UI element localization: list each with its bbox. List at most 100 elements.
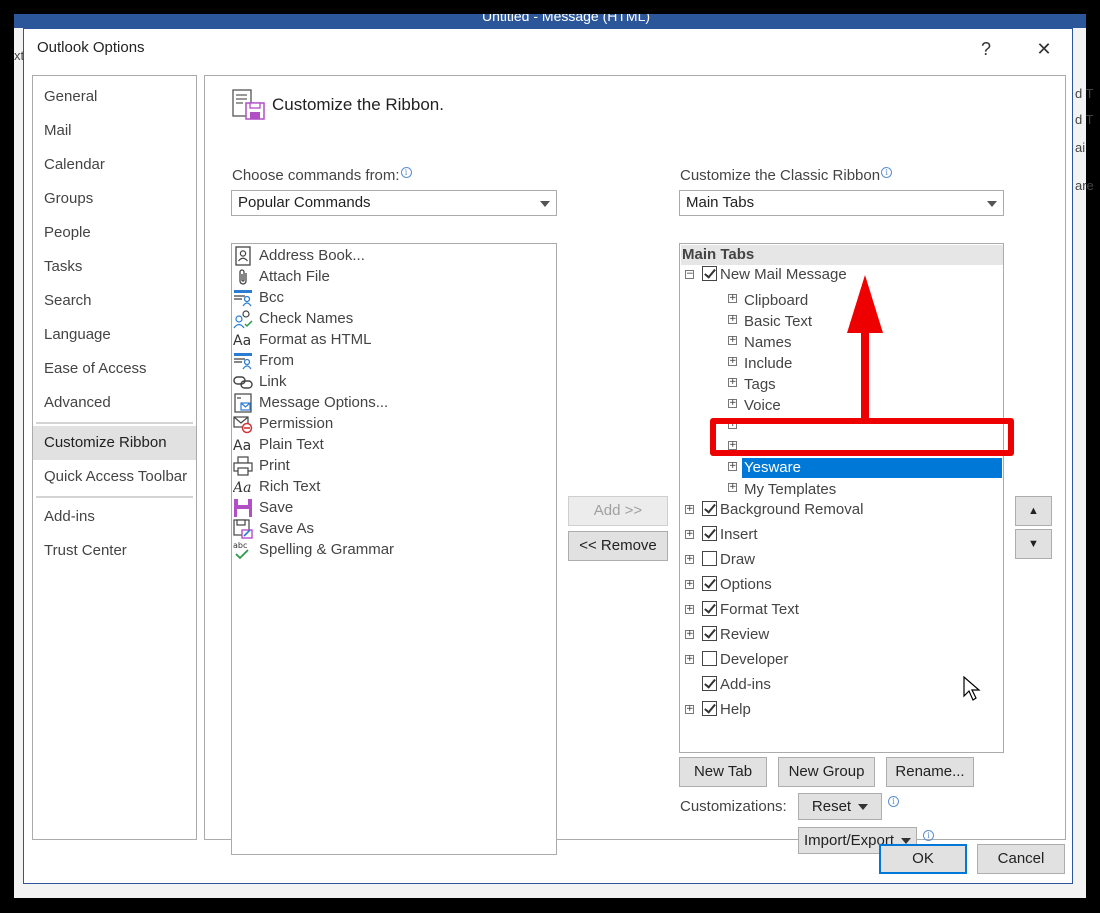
tab-checkbox[interactable] bbox=[702, 551, 717, 566]
tab-checkbox[interactable] bbox=[702, 626, 717, 641]
tree-group-yesware-selected[interactable]: Yesware bbox=[742, 458, 1002, 478]
add-button[interactable]: Add >> bbox=[568, 496, 668, 526]
nav-item-people[interactable]: People bbox=[33, 216, 196, 250]
nav-item-ease-of-access[interactable]: Ease of Access bbox=[33, 352, 196, 386]
nav-item-trust-center[interactable]: Trust Center bbox=[33, 534, 196, 568]
commands-list[interactable]: Address Book... Attach File Bcc Check Na… bbox=[231, 243, 557, 855]
svg-text:Aa: Aa bbox=[233, 333, 251, 349]
expand-icon[interactable]: + bbox=[728, 420, 737, 429]
nav-item-advanced[interactable]: Advanced bbox=[33, 386, 196, 420]
tab-checkbox[interactable] bbox=[702, 526, 717, 541]
tab-checkbox[interactable] bbox=[702, 676, 717, 691]
tree-node-new-mail-message[interactable]: New Mail Message bbox=[720, 266, 847, 283]
info-icon[interactable]: i bbox=[400, 167, 412, 178]
list-item[interactable]: Check Names bbox=[232, 309, 556, 330]
list-item[interactable]: Aa Rich Text bbox=[232, 477, 556, 498]
ribbon-tabs-tree[interactable]: Main Tabs − New Mail Message + Clipboard… bbox=[679, 243, 1004, 753]
move-up-button[interactable]: ▲ bbox=[1015, 496, 1052, 526]
list-item-label: Attach File bbox=[259, 268, 330, 285]
ok-button[interactable]: OK bbox=[879, 844, 967, 874]
expand-icon[interactable]: + bbox=[685, 630, 694, 639]
info-icon[interactable]: i bbox=[881, 167, 893, 178]
expand-icon[interactable]: + bbox=[728, 294, 737, 303]
tab-checkbox[interactable] bbox=[702, 651, 717, 666]
list-item[interactable]: Link bbox=[232, 372, 556, 393]
list-item[interactable]: Permission bbox=[232, 414, 556, 435]
nav-item-tasks[interactable]: Tasks bbox=[33, 250, 196, 284]
list-item[interactable]: Aa Format as HTML bbox=[232, 330, 556, 351]
tree-group-clipboard[interactable]: Clipboard bbox=[744, 292, 808, 309]
tree-group-my-templates[interactable]: My Templates bbox=[744, 481, 836, 498]
nav-item-customize-ribbon[interactable]: Customize Ribbon bbox=[33, 426, 196, 460]
list-item[interactable]: Aa Plain Text bbox=[232, 435, 556, 456]
list-item[interactable]: From bbox=[232, 351, 556, 372]
expand-icon[interactable]: + bbox=[728, 483, 737, 492]
tab-checkbox[interactable] bbox=[702, 576, 717, 591]
expand-icon[interactable]: + bbox=[728, 357, 737, 366]
list-item[interactable]: abc Spelling & Grammar bbox=[232, 540, 556, 561]
move-down-button[interactable]: ▼ bbox=[1015, 529, 1052, 559]
tree-tab-add-ins[interactable]: Add-ins bbox=[720, 676, 771, 693]
expand-icon[interactable]: + bbox=[728, 336, 737, 345]
tree-tab-help[interactable]: Help bbox=[720, 701, 751, 718]
expand-icon[interactable]: + bbox=[685, 580, 694, 589]
reset-button[interactable]: Reset bbox=[798, 793, 882, 820]
nav-item-language[interactable]: Language bbox=[33, 318, 196, 352]
tree-tab-background-removal[interactable]: Background Removal bbox=[720, 501, 863, 518]
nav-item-quick-access-toolbar[interactable]: Quick Access Toolbar bbox=[33, 460, 196, 494]
tree-group-voice[interactable]: Voice bbox=[744, 397, 781, 414]
cancel-button[interactable]: Cancel bbox=[977, 844, 1065, 874]
expand-icon[interactable]: + bbox=[685, 655, 694, 664]
customize-ribbon-dropdown[interactable]: Main Tabs bbox=[679, 190, 1004, 216]
expand-icon[interactable]: + bbox=[685, 555, 694, 564]
nav-item-groups[interactable]: Groups bbox=[33, 182, 196, 216]
expand-icon[interactable]: + bbox=[685, 530, 694, 539]
tree-tab-format-text[interactable]: Format Text bbox=[720, 601, 799, 618]
nav-item-calendar[interactable]: Calendar bbox=[33, 148, 196, 182]
expand-icon[interactable]: + bbox=[728, 399, 737, 408]
tree-group-include[interactable]: Include bbox=[744, 355, 792, 372]
expand-icon[interactable]: + bbox=[728, 441, 737, 450]
info-icon[interactable]: i bbox=[888, 796, 899, 807]
close-button[interactable]: ✕ bbox=[1030, 35, 1058, 63]
new-mail-message-checkbox[interactable] bbox=[702, 266, 717, 281]
tree-tab-insert[interactable]: Insert bbox=[720, 526, 758, 543]
nav-item-add-ins[interactable]: Add-ins bbox=[33, 500, 196, 534]
tab-checkbox[interactable] bbox=[702, 701, 717, 716]
customize-ribbon-label-text: Customize the Classic Ribbon bbox=[680, 167, 881, 184]
collapse-icon[interactable]: − bbox=[685, 270, 694, 279]
list-item[interactable]: Save bbox=[232, 498, 556, 519]
new-group-button[interactable]: New Group bbox=[778, 757, 875, 787]
tree-group-names[interactable]: Names bbox=[744, 334, 792, 351]
tab-checkbox[interactable] bbox=[702, 601, 717, 616]
expand-icon[interactable]: + bbox=[685, 605, 694, 614]
info-icon[interactable]: i bbox=[923, 830, 934, 841]
list-item[interactable]: Bcc bbox=[232, 288, 556, 309]
tree-group-basic-text[interactable]: Basic Text bbox=[744, 313, 812, 330]
tree-tab-draw[interactable]: Draw bbox=[720, 551, 755, 568]
nav-item-search[interactable]: Search bbox=[33, 284, 196, 318]
expand-icon[interactable]: + bbox=[728, 378, 737, 387]
nav-item-mail[interactable]: Mail bbox=[33, 114, 196, 148]
expand-icon[interactable]: + bbox=[685, 505, 694, 514]
tree-group-tags[interactable]: Tags bbox=[744, 376, 776, 393]
expand-icon[interactable]: + bbox=[728, 462, 737, 471]
remove-button[interactable]: << Remove bbox=[568, 531, 668, 561]
check-names-icon bbox=[233, 310, 253, 329]
rename-button[interactable]: Rename... bbox=[886, 757, 974, 787]
list-item[interactable]: Print bbox=[232, 456, 556, 477]
choose-commands-dropdown[interactable]: Popular Commands bbox=[231, 190, 557, 216]
list-item[interactable]: Address Book... bbox=[232, 246, 556, 267]
list-item[interactable]: Save As bbox=[232, 519, 556, 540]
expand-icon[interactable]: + bbox=[685, 705, 694, 714]
tree-tab-options[interactable]: Options bbox=[720, 576, 772, 593]
expand-icon[interactable]: + bbox=[728, 315, 737, 324]
help-button[interactable]: ? bbox=[972, 35, 1000, 63]
tree-tab-review[interactable]: Review bbox=[720, 626, 769, 643]
tree-tab-developer[interactable]: Developer bbox=[720, 651, 788, 668]
tab-checkbox[interactable] bbox=[702, 501, 717, 516]
new-tab-button[interactable]: New Tab bbox=[679, 757, 767, 787]
list-item[interactable]: Attach File bbox=[232, 267, 556, 288]
list-item[interactable]: Message Options... bbox=[232, 393, 556, 414]
nav-item-general[interactable]: General bbox=[33, 80, 196, 114]
